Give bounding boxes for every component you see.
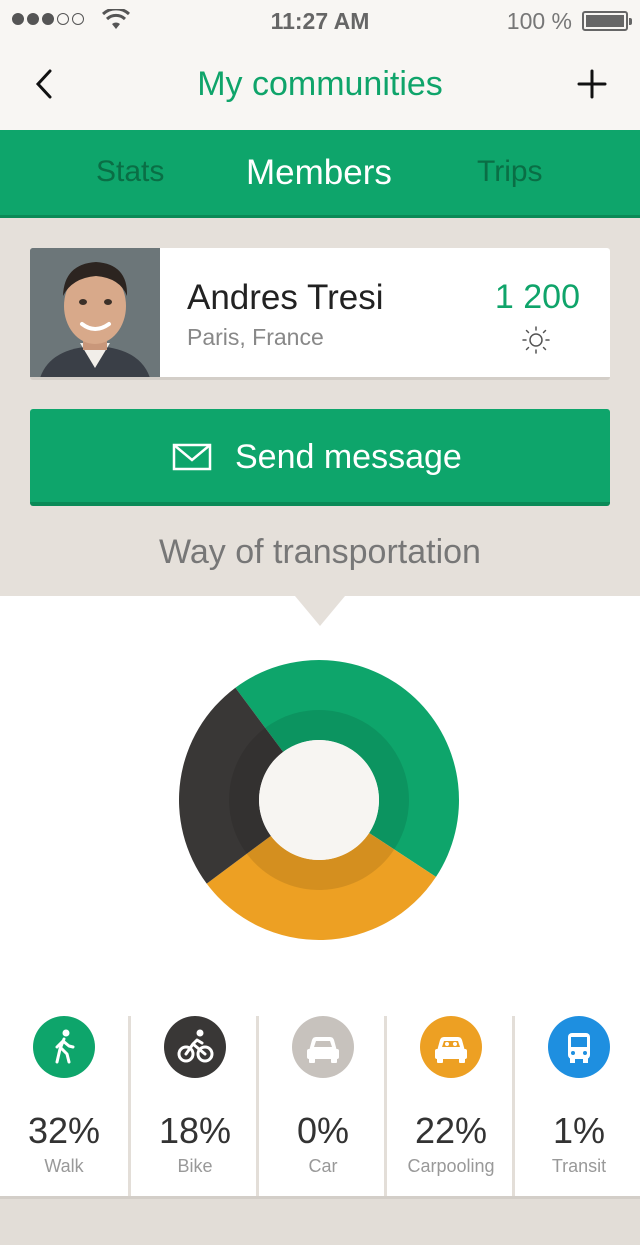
- mode-bike-label: Bike: [177, 1156, 213, 1176]
- mode-car-label: Car: [308, 1156, 338, 1176]
- footer-bar: [0, 1196, 640, 1245]
- battery-icon: [582, 11, 632, 31]
- avatar: [30, 248, 160, 377]
- bike-icon: [164, 1016, 226, 1078]
- mode-walk-value: 32%: [27, 1110, 101, 1151]
- navigation-bar: My communities: [0, 40, 640, 130]
- tab-stats[interactable]: Stats: [96, 155, 164, 189]
- member-name: Andres Tresi: [187, 278, 384, 317]
- avatar-portrait: [30, 248, 160, 377]
- member-score: 1 200: [494, 278, 580, 316]
- tab-members[interactable]: Members: [246, 153, 392, 193]
- mode-car-value: 0%: [296, 1110, 350, 1151]
- car-icon: [292, 1016, 354, 1078]
- mode-carpooling-label: Carpooling: [407, 1156, 495, 1176]
- send-message-label: Send message: [235, 438, 462, 476]
- mode-transit: 1% Transit: [512, 1016, 640, 1196]
- send-message-button[interactable]: Send message: [30, 409, 610, 506]
- plus-icon: [577, 69, 607, 99]
- battery-percentage: 100 %: [506, 8, 572, 34]
- mode-bike: 18% Bike: [128, 1016, 256, 1196]
- sun-icon: [522, 326, 550, 354]
- mode-transit-label: Transit: [551, 1156, 607, 1176]
- mode-car: 0% Car: [256, 1016, 384, 1196]
- mode-transit-value: 1%: [552, 1110, 606, 1151]
- transportation-donut-chart: [179, 660, 460, 940]
- mode-carpooling: 22% Carpooling: [384, 1016, 512, 1196]
- envelope-icon: [172, 443, 212, 471]
- add-button[interactable]: [572, 65, 612, 105]
- member-card[interactable]: Andres Tresi Paris, France 1 200: [30, 248, 610, 380]
- tab-bar: Stats Members Trips: [0, 130, 640, 218]
- carpool-icon: [420, 1016, 482, 1078]
- mode-bike-value: 18%: [158, 1110, 232, 1151]
- bus-icon: [548, 1016, 610, 1078]
- member-location: Paris, France: [187, 324, 324, 350]
- section-title: Way of transportation: [159, 533, 481, 571]
- status-bar: 11:27 AM 100 %: [0, 0, 640, 40]
- walk-icon: [33, 1016, 95, 1078]
- mode-walk: 32% Walk: [0, 1016, 128, 1196]
- mode-walk-label: Walk: [44, 1156, 84, 1176]
- page-title: My communities: [197, 65, 443, 103]
- mode-carpooling-value: 22%: [414, 1110, 488, 1151]
- transportation-panel: 32% Walk 18% Bike 0% Car 22% Carpooling …: [0, 596, 640, 1196]
- donut-center: [259, 740, 379, 860]
- tab-trips[interactable]: Trips: [477, 155, 543, 189]
